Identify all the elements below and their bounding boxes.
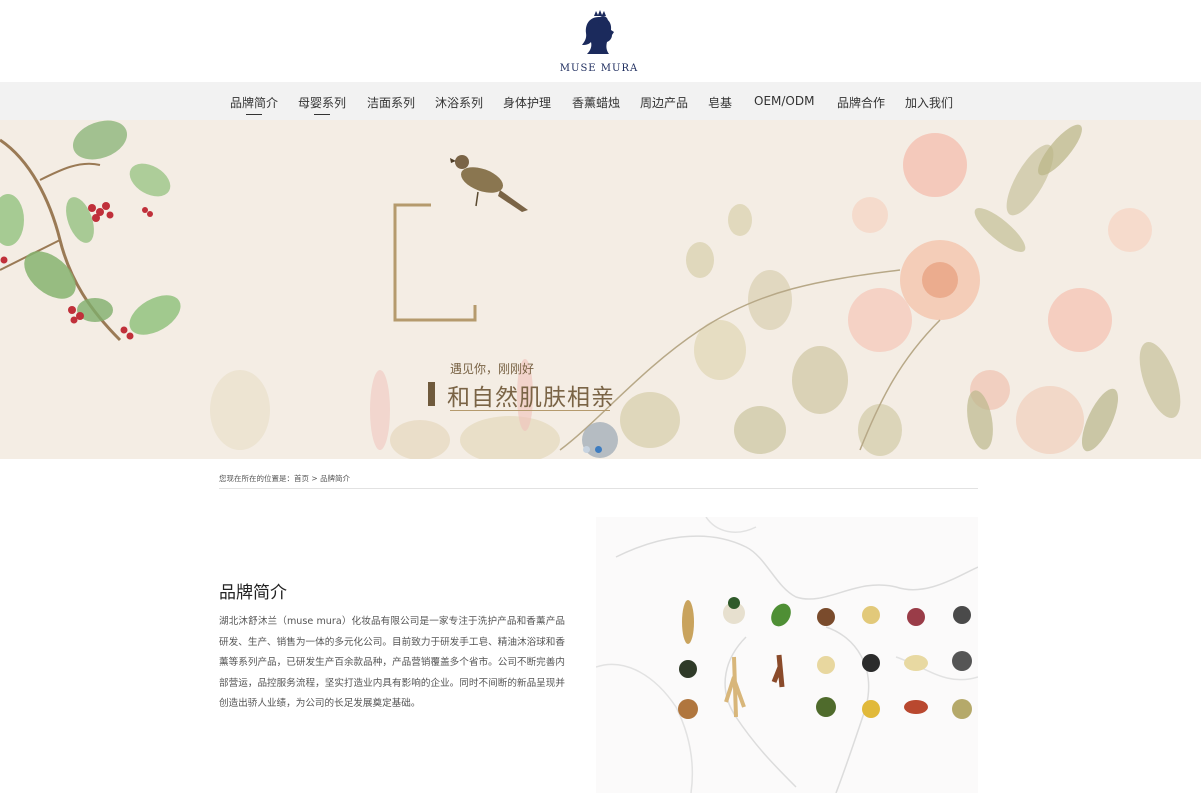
nav-item-maternal[interactable]: 母婴系列 [298,94,346,115]
nav-item-soap-base[interactable]: 皂基 [708,94,732,111]
active-underline [314,114,330,115]
banner-title: 和自然肌肤相亲 [447,385,615,411]
breadcrumb: 您现在所在的位置是：首页 > 品牌简介 [219,473,350,484]
world-map-ingredients-illustration [596,517,978,793]
nav-item-body-care[interactable]: 身体护理 [503,94,551,111]
nav-item-cleansing[interactable]: 洁面系列 [367,94,415,111]
active-underline [246,114,262,115]
brand-name: MUSE MURA [559,63,639,74]
banner-subtitle: 遇见你，刚刚好 [450,362,535,376]
breadcrumb-current: 品牌简介 [320,474,351,483]
nav-item-bath[interactable]: 沐浴系列 [435,94,483,111]
breadcrumb-home-link[interactable]: 首页 [294,474,309,483]
breadcrumb-prefix: 您现在所在的位置是： [219,474,294,483]
slide-dot-2[interactable] [595,446,602,453]
ingredients-map-image [596,517,978,793]
banner-text-bar [428,382,435,406]
main-nav: 品牌简介 母婴系列 洁面系列 沐浴系列 身体护理 香薰蜡烛 周边产品 皂基 OE… [0,82,1201,120]
nav-item-join-us[interactable]: 加入我们 [905,94,953,111]
nav-item-cooperation[interactable]: 品牌合作 [837,94,885,111]
brand-logo[interactable]: MUSE MURA [556,8,642,78]
nav-item-brand-intro[interactable]: 品牌简介 [230,94,278,115]
woman-silhouette-icon [582,10,614,54]
slide-dot-1[interactable] [583,446,590,453]
intro-text: 湖北沐舒沐兰（muse mura）化妆品有限公司是一家专注于洗护产品和香薰产品研… [219,616,565,709]
breadcrumb-divider [219,488,978,489]
breadcrumb-separator: > [309,474,321,483]
nav-item-accessories[interactable]: 周边产品 [640,94,688,111]
intro-title: 品牌简介 [219,583,287,603]
site-header: MUSE MURA [0,0,1201,82]
banner-divider [450,410,610,411]
nav-item-candles[interactable]: 香薰蜡烛 [572,94,620,111]
hero-banner: 遇见你，刚刚好 和自然肌肤相亲 [0,120,1201,459]
nav-item-oem-odm[interactable]: OEM/ODM [754,94,814,108]
